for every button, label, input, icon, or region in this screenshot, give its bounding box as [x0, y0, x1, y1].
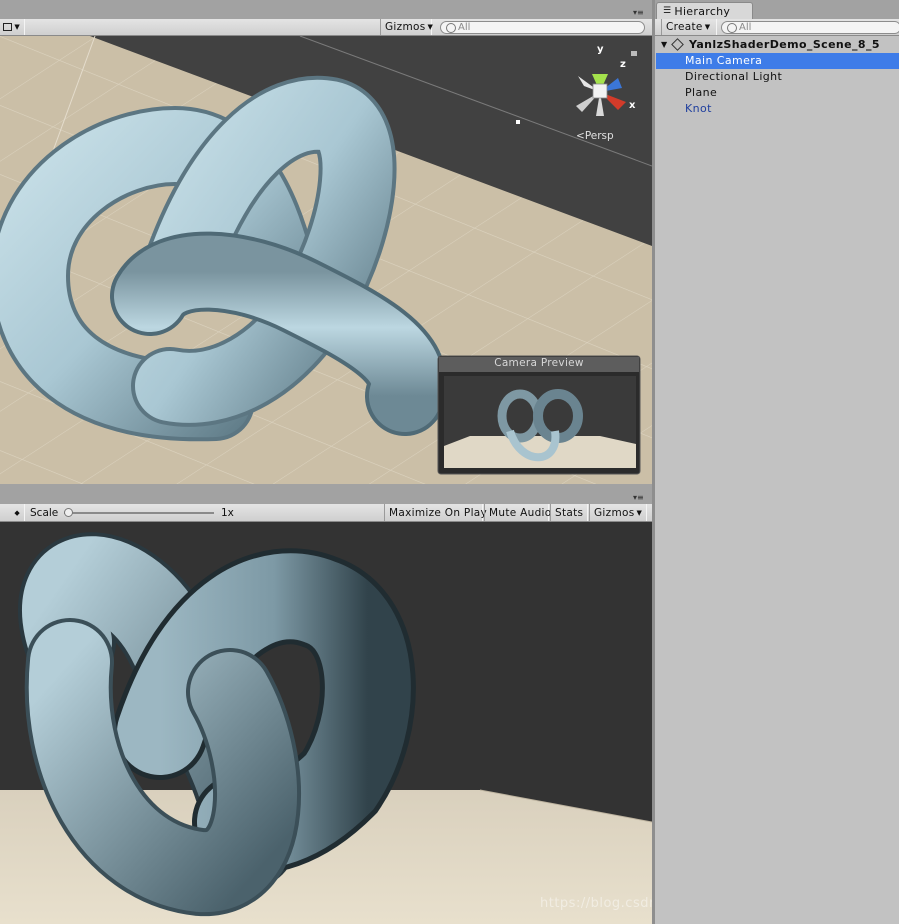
search-placeholder: All — [739, 22, 752, 33]
mute-audio-button[interactable]: Mute Audio — [484, 504, 551, 521]
scale-value: 1x — [221, 507, 234, 519]
hierarchy-item-main-camera[interactable]: Main Camera — [656, 53, 899, 69]
hierarchy-item-label: Main Camera — [685, 54, 763, 67]
hierarchy-toolbar: Create ▼ All — [655, 19, 899, 36]
scale-label: Scale — [30, 507, 59, 519]
game-viewport[interactable] — [0, 522, 652, 924]
list-icon: ☰ — [663, 6, 672, 16]
scene-viewport[interactable] — [0, 36, 652, 484]
chevron-down-icon: ▼ — [427, 23, 434, 31]
hierarchy-panel — [655, 0, 899, 924]
chevron-down-icon: ▼ — [636, 508, 643, 517]
game-toolbar: ◆ Scale 1x Maximize On Play Mute Audio S… — [0, 504, 652, 522]
hierarchy-item-knot[interactable]: Knot — [656, 101, 899, 117]
hierarchy-item-label: Directional Light — [685, 70, 783, 83]
create-label: Create — [666, 21, 703, 33]
gizmos-label: Gizmos — [385, 21, 426, 33]
scene-gizmos-dropdown[interactable]: Gizmos ▼ — [380, 19, 434, 35]
scene-root-row[interactable]: ▼ YanlzShaderDemo_Scene_8_5 — [656, 37, 899, 53]
scene-view-header-strip — [0, 0, 652, 19]
hierarchy-search-input[interactable]: All — [721, 21, 899, 34]
chevron-down-icon: ▼ — [704, 23, 711, 31]
persp-icon: < — [576, 130, 585, 142]
gizmo-x-label[interactable]: x — [629, 100, 635, 111]
scene-draw-mode-dropdown[interactable]: ▼ — [0, 19, 25, 35]
scene-name: YanlzShaderDemo_Scene_8_5 — [689, 38, 880, 51]
search-placeholder: All — [458, 22, 471, 33]
display-dropdown[interactable]: ◆ — [0, 504, 25, 521]
hierarchy-tab-label: Hierarchy — [674, 4, 731, 18]
search-icon — [727, 22, 737, 33]
projection-toggle[interactable]: <Persp — [576, 130, 614, 142]
search-icon — [446, 22, 456, 33]
scale-slider-thumb[interactable] — [64, 508, 73, 517]
scene-panel-menu-icon[interactable]: ▾≡ — [633, 8, 644, 17]
hierarchy-tab[interactable]: ☰ Hierarchy — [656, 2, 753, 19]
panel-divider[interactable] — [0, 484, 652, 504]
maximize-on-play-button[interactable]: Maximize On Play — [384, 504, 487, 521]
game-panel-menu-icon[interactable]: ▾≡ — [633, 493, 644, 502]
stats-button[interactable]: Stats — [550, 504, 588, 521]
expand-triangle-icon[interactable]: ▼ — [661, 37, 668, 53]
gizmo-y-label[interactable]: y — [597, 44, 604, 55]
gizmo-z-label[interactable]: z — [620, 59, 626, 70]
camera-preview-title: Camera Preview — [494, 357, 584, 369]
hierarchy-item-directional-light[interactable]: Directional Light — [656, 69, 899, 85]
gizmos-label: Gizmos — [594, 506, 635, 519]
game-knot-mesh — [18, 532, 416, 916]
hierarchy-item-label: Plane — [685, 86, 718, 99]
draw-mode-icon — [3, 23, 13, 31]
projection-label: Persp — [584, 130, 614, 142]
scene-toolbar: ▼ Gizmos ▼ All — [0, 19, 652, 36]
updown-arrows-icon: ◆ — [14, 508, 20, 517]
camera-preview-window — [437, 355, 641, 475]
game-gizmos-dropdown[interactable]: Gizmos ▼ — [589, 504, 647, 521]
scene-search-input[interactable]: All — [440, 21, 645, 34]
chevron-down-icon: ▼ — [14, 23, 20, 31]
create-dropdown[interactable]: Create ▼ — [661, 19, 717, 35]
hierarchy-item-label: Knot — [685, 102, 712, 115]
scale-slider[interactable] — [64, 508, 214, 517]
hierarchy-item-plane[interactable]: Plane — [656, 85, 899, 101]
unity-scene-icon — [671, 38, 684, 51]
